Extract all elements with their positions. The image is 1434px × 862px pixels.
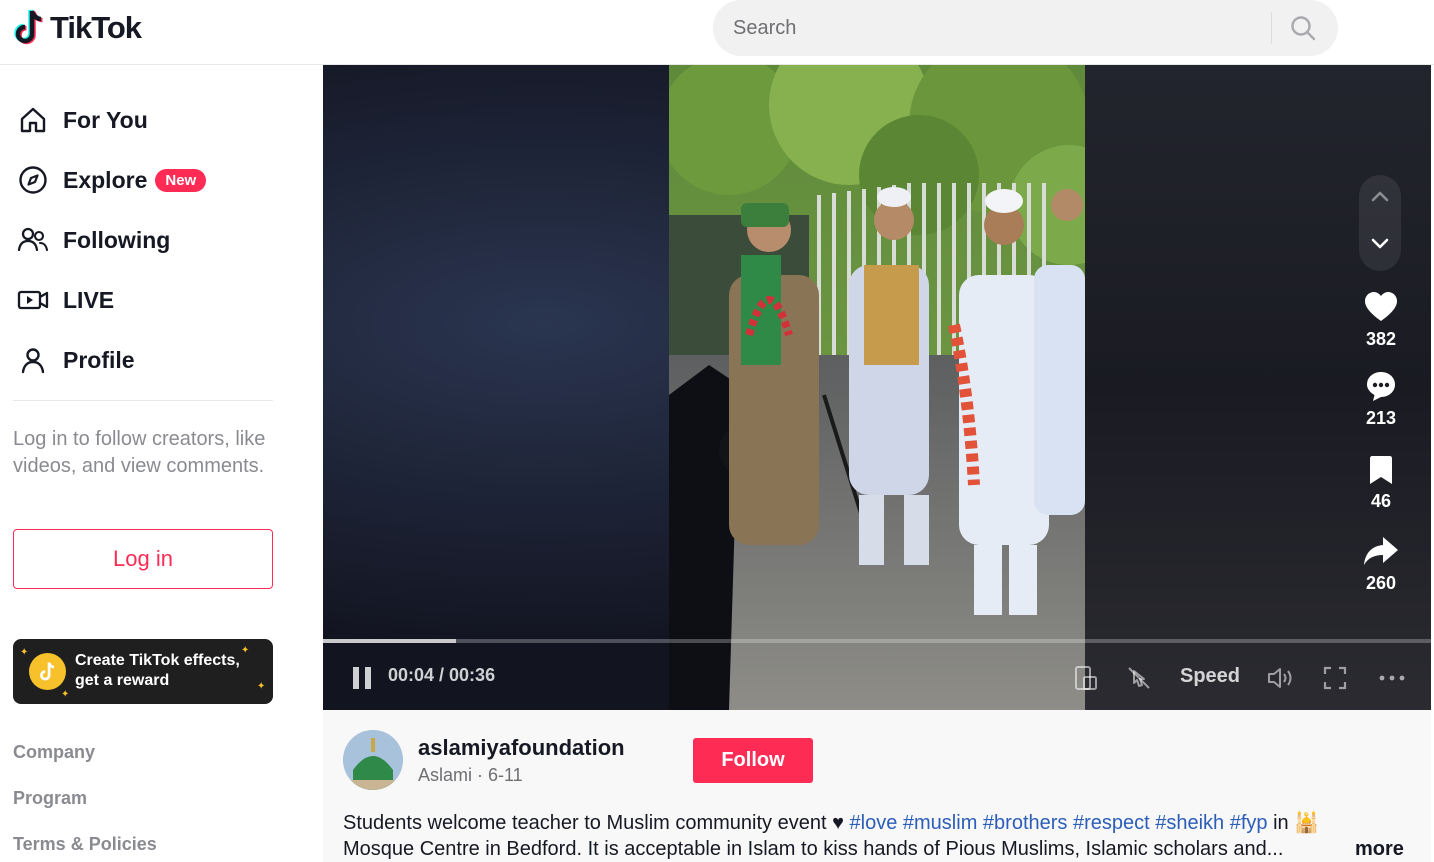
footer-link-company[interactable]: Company [13, 742, 95, 763]
chevron-down-icon [1371, 238, 1389, 249]
nav-explore[interactable]: Explore New [16, 160, 207, 200]
post-info: aslamiyafoundation Aslami · 6-11 Follow … [323, 710, 1431, 862]
video-frame[interactable] [669, 65, 1085, 710]
sparkle-icon: ✦ [61, 689, 70, 700]
speed-button[interactable]: Speed [1180, 665, 1240, 688]
tiktok-note-icon [12, 8, 48, 48]
more-options-button[interactable] [1378, 665, 1406, 691]
logo-wordmark: TikTok [50, 10, 142, 45]
nav-following[interactable]: Following [16, 220, 170, 260]
video-scene-image [669, 65, 1085, 710]
effects-line-1: Create TikTok effects, [75, 652, 240, 669]
nav-label: Following [63, 226, 171, 253]
home-icon [16, 103, 50, 137]
nav-label: LIVE [63, 286, 115, 313]
ellipsis-icon [1379, 675, 1405, 681]
mini-player-button[interactable] [1074, 665, 1098, 691]
live-icon [16, 283, 50, 317]
nav-label: Profile [63, 346, 135, 373]
description-text: Students welcome teacher to Muslim commu… [343, 812, 850, 834]
more-link[interactable]: more [1355, 838, 1404, 861]
following-icon [16, 223, 50, 257]
search-icon [1291, 16, 1316, 41]
sidebar-divider [13, 400, 273, 401]
login-prompt: Log in to follow creators, like videos, … [13, 428, 266, 477]
author-subline: Aslami · 6-11 [418, 765, 523, 785]
follow-button[interactable]: Follow [693, 738, 813, 783]
save-count: 46 [1370, 491, 1392, 511]
nav-for-you[interactable]: For You [16, 100, 148, 140]
effects-banner-text: Create TikTok effects, get a reward [75, 651, 240, 691]
hashtags[interactable]: #love #muslim #brothers #respect #sheikh… [850, 812, 1268, 834]
username[interactable]: aslamiyafoundation [418, 735, 625, 761]
share-count: 260 [1365, 573, 1397, 593]
fullscreen-button[interactable] [1322, 665, 1348, 691]
post-description: Students welcome teacher to Muslim commu… [343, 810, 1388, 862]
video-time: 00:04 / 00:36 [388, 665, 496, 685]
heart-icon [1365, 292, 1397, 321]
avatar[interactable] [343, 730, 403, 790]
nav-label: Explore [63, 166, 148, 193]
search-divider [1271, 12, 1272, 44]
pointer-off-icon [1128, 667, 1150, 689]
share-action[interactable]: 260 [1356, 535, 1406, 594]
bookmark-icon [1370, 456, 1392, 484]
pause-icon [353, 667, 371, 689]
create-effects-banner[interactable]: ✦ ✦ ✦ ✦ Create TikTok effects, get a rew… [13, 639, 273, 704]
tiktok-logo[interactable]: TikTok [12, 8, 142, 48]
profile-icon [16, 343, 50, 377]
description-line-2: Mosque Centre in Bedford. It is acceptab… [343, 838, 1284, 860]
nav-profile[interactable]: Profile [16, 340, 135, 380]
search-button[interactable] [1285, 12, 1321, 44]
sparkle-icon: ✦ [241, 645, 250, 656]
share-icon [1364, 537, 1398, 565]
nav-label: For You [63, 106, 148, 133]
footer-link-terms[interactable]: Terms & Policies [13, 834, 157, 855]
chevron-up-icon [1371, 191, 1389, 202]
comment-action[interactable]: 213 [1356, 370, 1406, 429]
compass-icon [16, 163, 50, 197]
new-badge: New [155, 168, 207, 192]
search-bar [713, 0, 1338, 56]
video-progress-bar[interactable] [323, 639, 1431, 643]
top-header: TikTok [0, 0, 1434, 65]
next-video-button[interactable] [1370, 237, 1390, 256]
like-action[interactable]: 382 [1356, 291, 1406, 350]
nav-live[interactable]: LIVE [16, 280, 114, 320]
volume-icon [1268, 668, 1292, 688]
autoscroll-button[interactable] [1126, 665, 1152, 691]
footer-link-program[interactable]: Program [13, 788, 87, 809]
like-count: 382 [1365, 329, 1397, 349]
previous-video-button[interactable] [1370, 189, 1390, 208]
fullscreen-icon [1323, 666, 1347, 690]
sparkle-icon: ✦ [257, 681, 266, 692]
sparkle-icon: ✦ [20, 647, 29, 658]
comment-count: 213 [1365, 408, 1397, 428]
login-button[interactable]: Log in [13, 529, 273, 589]
description-location: in 🕌 [1267, 812, 1320, 834]
effects-line-2: get a reward [75, 672, 170, 689]
volume-button[interactable] [1266, 665, 1296, 691]
video-player[interactable]: 382 213 46 260 00:04 / 00:36 Speed [323, 65, 1431, 710]
video-progress-fill [323, 639, 456, 643]
save-action[interactable]: 46 [1356, 455, 1406, 512]
search-input[interactable] [733, 10, 1263, 46]
video-nav-arrows [1359, 175, 1401, 271]
tiktok-coin-icon [29, 653, 66, 690]
left-sidebar: For You Explore New Following LIVE Profi… [0, 66, 323, 862]
pause-button[interactable] [351, 665, 375, 691]
comment-icon [1367, 372, 1395, 401]
mini-player-icon [1075, 666, 1097, 690]
